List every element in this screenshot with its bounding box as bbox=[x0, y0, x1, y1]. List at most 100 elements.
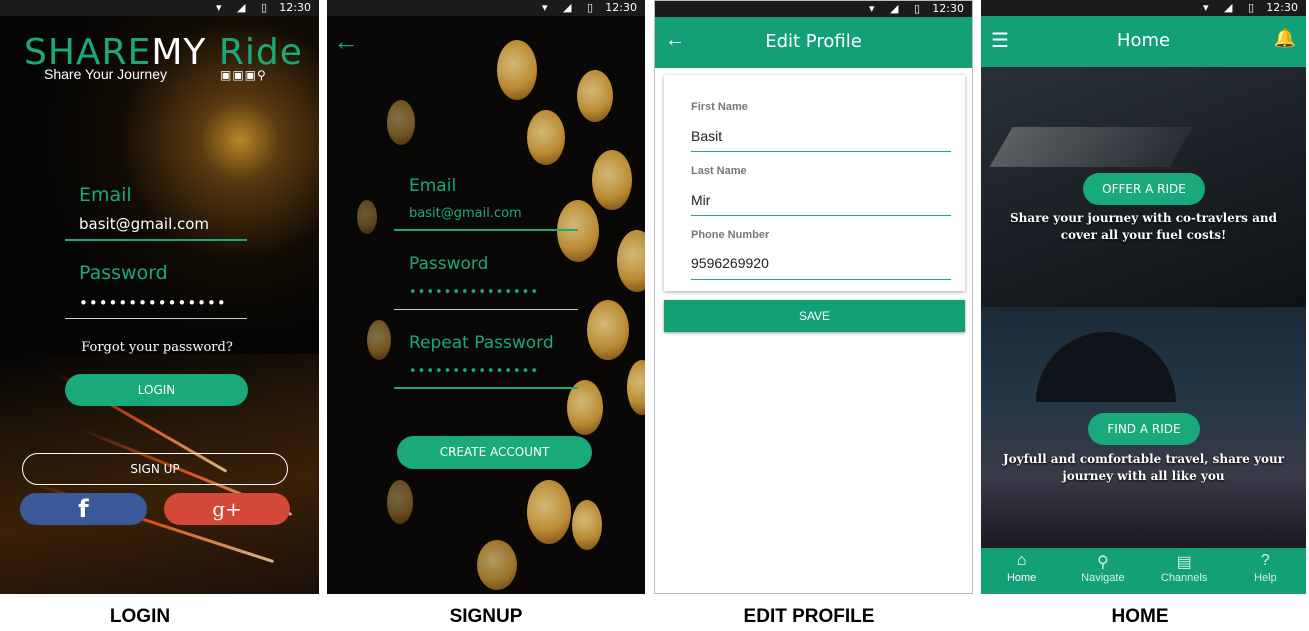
nav-channels-label: Channels bbox=[1160, 572, 1208, 584]
google-plus-login-button[interactable]: g+ bbox=[164, 493, 290, 525]
signup-password-field[interactable]: ••••••••••••••• bbox=[409, 285, 539, 300]
nav-channels[interactable]: ▤ Channels bbox=[1144, 548, 1225, 594]
status-bar: ▾ ◢ ▯ 12:30 bbox=[0, 0, 319, 16]
signup-password-underline bbox=[394, 309, 578, 310]
find-ride-description: Joyfull and comfortable travel, share yo… bbox=[1002, 452, 1285, 483]
email-label: Email bbox=[79, 184, 132, 206]
repeat-password-underline bbox=[394, 387, 578, 389]
email-field[interactable]: basit@gmail.com bbox=[79, 215, 209, 233]
status-time: 12:30 bbox=[605, 1, 637, 14]
bokeh-light bbox=[387, 480, 413, 524]
status-icons: ▾ ◢ ▯ bbox=[1202, 1, 1260, 14]
bottom-navigation: ⌂ Home ⚲ Navigate ▤ Channels ? Help bbox=[981, 548, 1306, 594]
status-time: 12:30 bbox=[279, 1, 311, 14]
home-screen: ▾ ◢ ▯ 12:30 ☰ Home 🔔 OFFER A RIDE Share … bbox=[981, 0, 1306, 594]
offer-ride-button[interactable]: OFFER A RIDE bbox=[1083, 173, 1205, 205]
bokeh-light bbox=[617, 230, 645, 292]
app-bar: ☰ Home 🔔 bbox=[981, 16, 1306, 67]
vehicles-icon: ▣▣▣⚲ bbox=[220, 68, 267, 82]
notification-bell-icon[interactable]: 🔔 bbox=[1274, 28, 1296, 49]
forgot-password-link[interactable]: Forgot your password? bbox=[0, 340, 314, 355]
status-time: 12:30 bbox=[1266, 1, 1298, 14]
bokeh-light bbox=[627, 360, 645, 415]
back-arrow-icon[interactable]: ← bbox=[333, 26, 359, 57]
last-name-underline bbox=[691, 215, 951, 216]
profile-form-card: First Name Basit Last Name Mir Phone Num… bbox=[664, 75, 965, 291]
login-screen: ▾ ◢ ▯ 12:30 SHAREMY Ride Share Your Jour… bbox=[0, 0, 319, 594]
edit-profile-screen: ▾ ◢ ▯ 12:30 ← Edit Profile First Name Ba… bbox=[654, 0, 973, 594]
bokeh-light bbox=[592, 150, 632, 210]
password-field[interactable]: ••••••••••••••• bbox=[79, 294, 227, 312]
repeat-password-field[interactable]: ••••••••••••••• bbox=[409, 364, 539, 379]
google-plus-icon: g+ bbox=[212, 497, 242, 521]
signup-email-field[interactable]: basit@gmail.com bbox=[409, 206, 522, 221]
app-logo: SHAREMY Ride Share Your Journey ▣▣▣⚲ bbox=[24, 32, 303, 82]
nav-navigate[interactable]: ⚲ Navigate bbox=[1062, 548, 1143, 594]
create-account-button[interactable]: CREATE ACCOUNT bbox=[397, 436, 592, 469]
nav-help[interactable]: ? Help bbox=[1225, 548, 1306, 594]
phone-number-underline bbox=[691, 279, 951, 280]
sign-up-button[interactable]: SIGN UP bbox=[22, 453, 288, 485]
app-bar: ← Edit Profile bbox=[655, 17, 972, 68]
phone-number-field[interactable]: 9596269920 bbox=[691, 255, 769, 271]
phone-number-label: Phone Number bbox=[691, 229, 770, 241]
bokeh-light bbox=[497, 40, 537, 100]
password-label: Password bbox=[79, 262, 168, 284]
nav-help-label: Help bbox=[1254, 572, 1277, 584]
signup-email-underline bbox=[394, 229, 578, 231]
login-caption: LOGIN bbox=[109, 606, 171, 627]
facebook-icon: f bbox=[78, 495, 89, 523]
status-time: 12:30 bbox=[932, 2, 964, 15]
bokeh-light bbox=[527, 480, 571, 544]
nav-home-label: Home bbox=[1006, 572, 1037, 584]
signup-password-label: Password bbox=[409, 254, 489, 274]
logo-tagline: Share Your Journey bbox=[44, 66, 167, 82]
last-name-label: Last Name bbox=[691, 165, 747, 177]
status-bar: ▾ ◢ ▯ 12:30 bbox=[327, 0, 645, 16]
facebook-login-button[interactable]: f bbox=[20, 493, 147, 525]
find-ride-panel: FIND A RIDE Joyfull and comfortable trav… bbox=[981, 307, 1306, 548]
bokeh-light bbox=[557, 200, 599, 262]
nav-home[interactable]: ⌂ Home bbox=[981, 548, 1062, 594]
first-name-underline bbox=[691, 151, 951, 152]
nav-navigate-label: Navigate bbox=[1081, 572, 1125, 584]
offer-ride-description: Share your journey with co-travlers and … bbox=[1010, 211, 1277, 242]
traffic-cars-image bbox=[989, 127, 1193, 167]
help-icon: ? bbox=[1260, 552, 1270, 569]
home-icon: ⌂ bbox=[1016, 552, 1027, 569]
first-name-label: First Name bbox=[691, 101, 748, 113]
last-name-field[interactable]: Mir bbox=[691, 192, 710, 208]
find-ride-button[interactable]: FIND A RIDE bbox=[1088, 413, 1200, 445]
status-bar: ▾ ◢ ▯ 12:30 bbox=[981, 0, 1306, 16]
chat-icon: ▤ bbox=[1176, 554, 1192, 571]
umbrella-image bbox=[1036, 332, 1176, 402]
status-icons: ▾ ◢ ▯ bbox=[541, 1, 599, 14]
bokeh-light bbox=[357, 200, 377, 234]
edit-profile-caption: EDIT PROFILE bbox=[743, 606, 875, 627]
bokeh-light bbox=[477, 540, 517, 590]
signup-caption: SIGNUP bbox=[449, 606, 523, 627]
email-underline bbox=[65, 239, 247, 241]
password-underline bbox=[65, 318, 247, 319]
signup-email-label: Email bbox=[409, 176, 457, 196]
logo-ride: Ride bbox=[218, 32, 303, 73]
home-caption: HOME bbox=[1111, 606, 1169, 627]
bokeh-light bbox=[367, 320, 391, 360]
location-pin-icon: ⚲ bbox=[1097, 554, 1109, 571]
login-button[interactable]: LOGIN bbox=[65, 374, 248, 406]
save-button[interactable]: SAVE bbox=[664, 300, 965, 332]
status-bar: ▾ ◢ ▯ 12:30 bbox=[655, 1, 972, 17]
bokeh-light bbox=[387, 100, 415, 145]
repeat-password-label: Repeat Password bbox=[409, 333, 554, 353]
offer-ride-panel: OFFER A RIDE Share your journey with co-… bbox=[981, 67, 1306, 307]
status-icons: ▾ ◢ ▯ bbox=[215, 1, 273, 14]
bokeh-light bbox=[527, 110, 565, 165]
page-title: Home bbox=[1116, 30, 1171, 51]
bokeh-light bbox=[577, 70, 613, 122]
status-icons: ▾ ◢ ▯ bbox=[868, 2, 926, 15]
bokeh-light bbox=[572, 500, 602, 550]
signup-screen: ▾ ◢ ▯ 12:30 ← Email basit@gmail.com Pass… bbox=[327, 0, 645, 594]
bokeh-light bbox=[587, 300, 629, 360]
page-title: Edit Profile bbox=[765, 31, 862, 52]
first-name-field[interactable]: Basit bbox=[691, 128, 722, 144]
